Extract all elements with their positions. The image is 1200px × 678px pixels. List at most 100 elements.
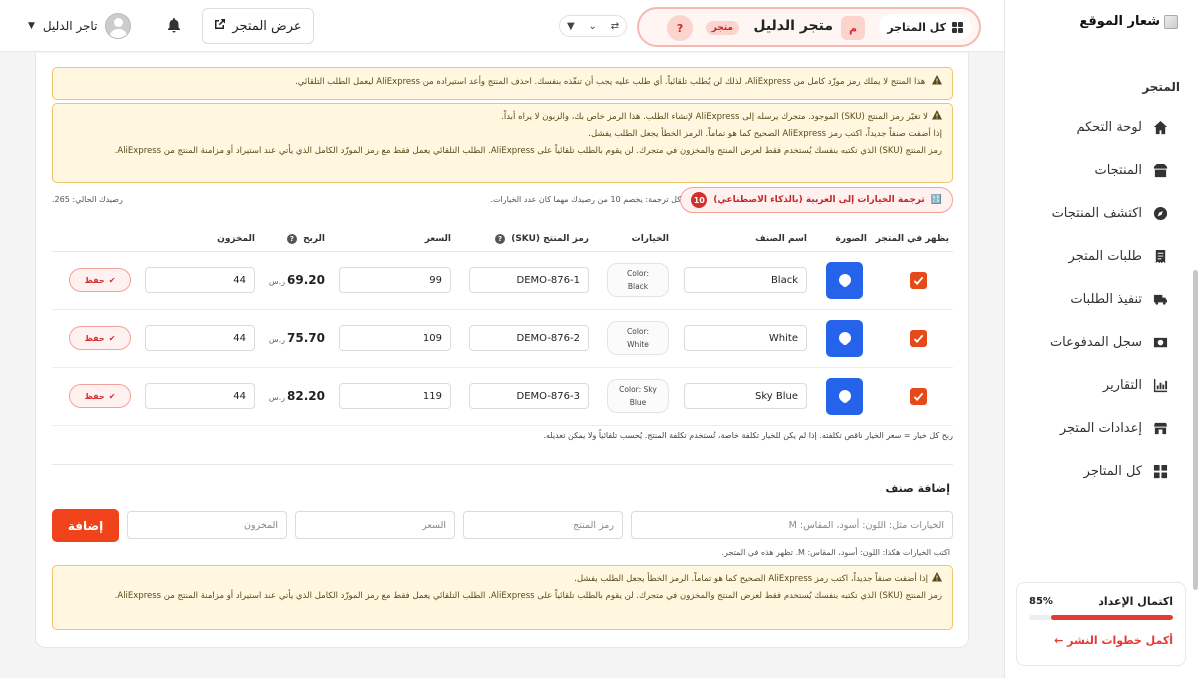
view-store-button[interactable]: عرض المتجر	[202, 8, 314, 44]
logo-image-icon	[1164, 14, 1178, 29]
sidebar-item-label: لوحة التحكم	[1076, 120, 1142, 135]
user-menu[interactable]: تاجر الدليل ▼	[28, 12, 132, 40]
variant-option-chip: Color: Black	[607, 263, 669, 297]
receipt-icon	[1152, 249, 1168, 265]
logo-text: شعار الموقع	[1079, 14, 1160, 29]
variant-stock-input[interactable]: 44	[145, 267, 255, 293]
sidebar-item-products[interactable]: المنتجات	[1004, 149, 1200, 192]
show-in-store-checkbox[interactable]	[910, 387, 927, 405]
ai-cost-badge: 10	[691, 192, 708, 208]
money-icon	[1152, 335, 1168, 351]
user-name: تاجر الدليل	[42, 19, 98, 33]
bell-icon[interactable]	[166, 17, 182, 33]
chevron-down-icon: ⌄	[588, 20, 597, 32]
col-price: السعر	[329, 227, 455, 252]
sidebar-scrollbar[interactable]	[1193, 270, 1198, 590]
table-row: White Color: White DEMO-876-2 109 75.70ر…	[52, 309, 953, 368]
sidebar-item-label: إعدادات المتجر	[1059, 421, 1142, 436]
section-divider	[52, 464, 953, 465]
caret-down-icon: ▼	[28, 21, 35, 31]
alert-text: لا تغيّر رمز المنتج (SKU) الموجود. متجرك…	[501, 112, 928, 122]
sidebar-item-all-stores[interactable]: كل المتاجر	[1004, 450, 1200, 493]
setup-progress-card: اكتمال الإعداد 85% أكمل خطوات النشر ←	[1016, 582, 1186, 666]
variant-sku-input[interactable]: DEMO-876-1	[469, 267, 589, 293]
new-stock-input[interactable]: المخزون	[127, 511, 287, 539]
save-variant-button[interactable]: ✔ حفظ	[69, 326, 131, 350]
variant-price-input[interactable]: 109	[339, 325, 451, 351]
all-stores-button[interactable]: كل المتاجر	[879, 14, 971, 40]
ai-translate-button[interactable]: 🔠 ترجمة الخيارات إلى العربية (بالذكاء ال…	[680, 187, 953, 213]
sidebar-item-payments[interactable]: سجل المدفوعات	[1004, 321, 1200, 364]
save-label: حفظ	[84, 333, 105, 343]
variants-table: يظهر في المتجر الصورة اسم الصنف الخيارات…	[52, 227, 953, 426]
variant-name-input[interactable]: Black	[684, 267, 807, 293]
profit-value: 75.70	[287, 331, 325, 345]
ai-translate-label: ترجمة الخيارات إلى العربية (بالذكاء الاص…	[713, 195, 925, 205]
variant-name-input[interactable]: Sky Blue	[684, 383, 807, 409]
grid-icon	[952, 21, 963, 33]
check-icon: ✔	[108, 275, 116, 285]
sidebar-item-dashboard[interactable]: لوحة التحكم	[1004, 106, 1200, 149]
help-button[interactable]: ?	[667, 15, 693, 41]
profit-explanation: ربح كل خيار = سعر الخيار ناقص تكلفته. إذ…	[543, 431, 953, 440]
col-sku-label: رمز المنتج (SKU)	[511, 233, 589, 244]
variant-price-input[interactable]: 119	[339, 383, 451, 409]
add-variant-hint: اكتب الخيارات هكذا: اللون: أسود، المقاس:…	[721, 548, 951, 557]
store-avatar: م	[841, 16, 865, 40]
variants-card: هذا المنتج لا يملك رمز موزّد كامل من Ali…	[35, 53, 969, 648]
variant-name-input[interactable]: White	[684, 325, 807, 351]
check-icon	[913, 334, 924, 343]
ai-balance: رصيدك الحالي: 265.	[52, 195, 123, 204]
col-options: الخيارات	[593, 227, 673, 252]
sidebar-item-label: كل المتاجر	[1083, 464, 1142, 479]
variant-option-chip: Color: Sky Blue	[607, 379, 669, 413]
show-in-store-checkbox[interactable]	[910, 329, 927, 347]
col-show: يظهر في المتجر	[871, 227, 953, 252]
sidebar-item-fulfillment[interactable]: تنفيذ الطلبات	[1004, 278, 1200, 321]
warning-alert-sku-rules: لا تغيّر رمز المنتج (SKU) الموجود. متجرك…	[52, 103, 953, 183]
swap-icon: ⇄	[610, 20, 620, 32]
add-variant-button[interactable]: إضافة	[52, 509, 119, 542]
col-profit: الربح ?	[259, 227, 329, 252]
new-sku-input[interactable]: رمز المنتج	[463, 511, 623, 539]
variant-sku-input[interactable]: DEMO-876-3	[469, 383, 589, 409]
currency-label: ر.س	[268, 335, 286, 344]
show-in-store-checkbox[interactable]	[910, 271, 927, 289]
variant-image	[826, 261, 863, 299]
complete-steps-link[interactable]: أكمل خطوات النشر ←	[1029, 634, 1173, 647]
col-profit-label: الربح	[303, 233, 325, 244]
variant-price-input[interactable]: 99	[339, 267, 451, 293]
add-variant-title: إضافة صنف	[885, 482, 950, 495]
top-bar: كل المتاجر م متجر الدليل متجر ? ⇄ ⌄ ▼ عر…	[0, 0, 1004, 52]
avatar	[105, 13, 132, 39]
sidebar-item-orders[interactable]: طلبات المتجر	[1004, 235, 1200, 278]
new-price-input[interactable]: السعر	[295, 511, 455, 539]
col-name: اسم الصنف	[673, 227, 811, 252]
variant-profit: 75.70ر.س	[269, 331, 325, 345]
new-options-input[interactable]: الخيارات مثل: اللون: أسود، المقاس: M	[631, 511, 953, 539]
save-variant-button[interactable]: ✔ حفظ	[69, 384, 131, 408]
info-icon[interactable]: ?	[286, 233, 297, 244]
variant-stock-input[interactable]: 44	[145, 325, 255, 351]
grid-icon	[1152, 464, 1168, 480]
check-icon: ✔	[108, 391, 116, 401]
box-icon	[1152, 163, 1168, 179]
ai-translate-row: 🔠 ترجمة الخيارات إلى العربية (بالذكاء ال…	[52, 187, 953, 213]
site-logo[interactable]: شعار الموقع	[1079, 14, 1178, 29]
compass-icon	[1152, 206, 1168, 222]
profit-value: 82.20	[287, 389, 325, 403]
sidebar-item-reports[interactable]: التقارير	[1004, 364, 1200, 407]
alert-text: رمز المنتج (SKU) الذي تكتبه بنفسك يُستخد…	[114, 591, 942, 601]
sidebar-item-label: طلبات المتجر	[1068, 249, 1142, 264]
sidebar-item-settings[interactable]: إعدادات المتجر	[1004, 407, 1200, 450]
variant-image	[826, 319, 863, 357]
info-icon[interactable]: ?	[495, 233, 506, 244]
warning-icon	[932, 572, 942, 582]
variant-sku-input[interactable]: DEMO-876-2	[469, 325, 589, 351]
save-variant-button[interactable]: ✔ حفظ	[69, 268, 131, 292]
check-icon: ✔	[108, 333, 116, 343]
sidebar-item-discover[interactable]: اكتشف المنتجات	[1004, 192, 1200, 235]
all-stores-label: كل المتاجر	[887, 20, 946, 34]
switch-dropdown[interactable]: ⇄ ⌄ ▼	[559, 15, 627, 37]
variant-stock-input[interactable]: 44	[145, 383, 255, 409]
